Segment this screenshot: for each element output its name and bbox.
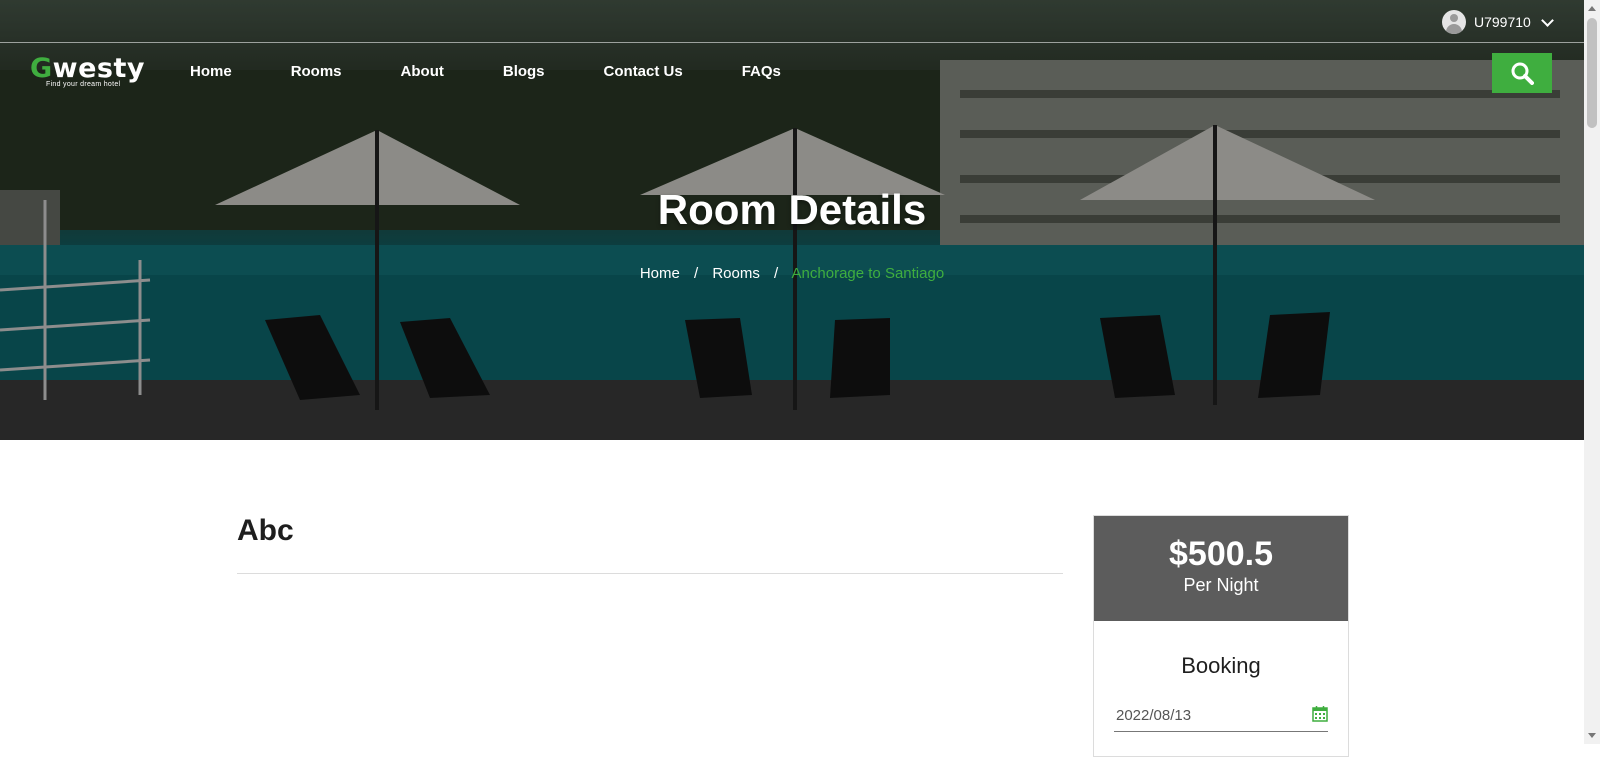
- calendar-icon[interactable]: [1312, 705, 1328, 722]
- page-title: Room Details: [657, 186, 927, 233]
- search-button[interactable]: [1492, 53, 1552, 93]
- room-price: $500.5: [1169, 535, 1273, 573]
- site-logo[interactable]: Gwesty Find your dream hotel: [30, 53, 146, 89]
- price-unit: Per Night: [1183, 575, 1259, 595]
- breadcrumb-separator: /: [774, 265, 779, 282]
- room-name: Abc: [237, 514, 294, 547]
- scrollbar-thumb[interactable]: [1587, 18, 1597, 128]
- nav-faqs[interactable]: FAQs: [742, 63, 781, 80]
- user-avatar-icon: [1442, 10, 1466, 34]
- content-divider: [237, 573, 1063, 574]
- topbar-divider: [0, 42, 1584, 43]
- main-nav: Home Rooms About Blogs Contact Us FAQs: [190, 63, 840, 80]
- breadcrumb-home[interactable]: Home: [640, 265, 680, 282]
- nav-rooms[interactable]: Rooms: [291, 63, 342, 80]
- nav-blogs[interactable]: Blogs: [503, 63, 545, 80]
- nav-contact-us[interactable]: Contact Us: [604, 63, 683, 80]
- booking-title: Booking: [1181, 653, 1261, 678]
- breadcrumb-current: Anchorage to Santiago: [791, 265, 945, 282]
- price-box: $500.5 Per Night: [1094, 516, 1348, 621]
- page-scrollbar[interactable]: [1584, 0, 1600, 744]
- chevron-down-icon: [1540, 13, 1554, 27]
- search-icon: [1511, 62, 1534, 85]
- user-id: U799710: [1474, 14, 1531, 30]
- breadcrumb-separator: /: [694, 265, 699, 282]
- booking-sidebar: $500.5 Per Night Booking: [1093, 515, 1349, 757]
- breadcrumb: Home / Rooms / Anchorage to Santiago: [0, 265, 1584, 282]
- booking-date-field[interactable]: [1114, 701, 1328, 732]
- logo-text: westy: [52, 53, 146, 84]
- nav-about[interactable]: About: [401, 63, 444, 80]
- scroll-down-arrow-icon[interactable]: [1588, 733, 1596, 738]
- booking-date-input[interactable]: [1114, 701, 1298, 730]
- breadcrumb-rooms[interactable]: Rooms: [712, 265, 760, 282]
- nav-home[interactable]: Home: [190, 63, 232, 80]
- logo-letter: G: [30, 53, 53, 84]
- user-menu[interactable]: U799710: [1442, 10, 1554, 34]
- scroll-up-arrow-icon[interactable]: [1588, 6, 1596, 11]
